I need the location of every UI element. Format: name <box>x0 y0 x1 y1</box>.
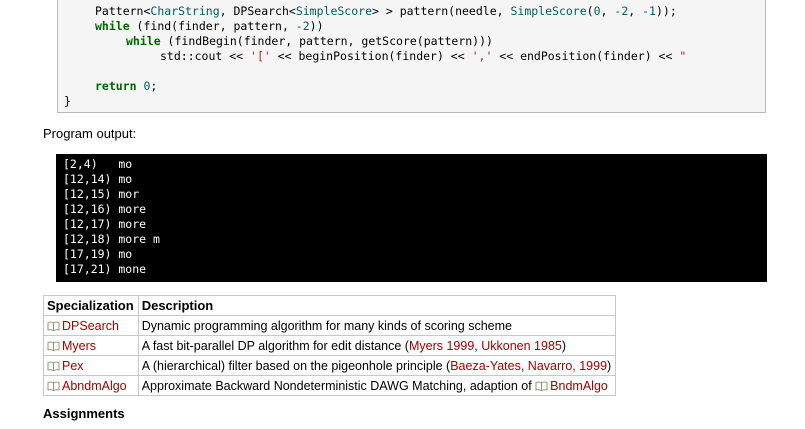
description-text: Dynamic programming algorithm for many k… <box>141 318 512 333</box>
output-line: [12,18) more m <box>63 232 160 246</box>
description-text: ) <box>607 358 612 373</box>
code-line-1: Pattern<CharString, DPSearch<SimpleScore… <box>95 4 677 19</box>
spec-link-bndmalgo[interactable]: BndmAlgo <box>535 379 608 393</box>
description-text: Approximate Backward Nondeterministic DA… <box>141 378 536 393</box>
code-type: SimpleScore <box>510 4 587 18</box>
code-line-4: std::cout << '[' << beginPosition(finder… <box>160 49 686 64</box>
output-line: [2,4) mo <box>63 157 133 171</box>
code-type: SimpleScore <box>295 4 372 18</box>
spec-link-abndmalgo[interactable]: AbndmAlgo <box>43 375 139 396</box>
code-token: )) <box>309 19 324 33</box>
code-line-6: } <box>64 94 71 109</box>
code-token: DPSearch <box>233 4 289 18</box>
spec-link-dpsearch[interactable]: DPSearch <box>43 315 139 336</box>
spec-name: Pex <box>62 358 84 373</box>
spec-name: Myers <box>62 338 97 353</box>
code-string: ',' <box>471 49 493 63</box>
code-line-5: return 0; <box>95 79 157 94</box>
table-row: Pex A (hierarchical) filter based on the… <box>43 355 617 376</box>
code-token: (find(finder, pattern, <box>129 19 296 33</box>
spec-description: A fast bit-parallel DP algorithm for edi… <box>137 335 617 356</box>
table-row: DPSearch Dynamic programming algorithm f… <box>43 315 617 336</box>
spec-name: AbndmAlgo <box>62 378 127 393</box>
column-header-description: Description <box>137 295 617 316</box>
code-string: " <box>679 49 687 63</box>
code-token: , <box>600 4 615 18</box>
code-token: , <box>219 4 234 18</box>
code-token: ; <box>150 79 158 93</box>
specialization-table: Specialization Description DPSearch Dyna… <box>43 295 617 396</box>
code-type: CharString <box>150 4 220 18</box>
description-text: A fast bit-parallel DP algorithm for edi… <box>141 338 409 353</box>
table-row: AbndmAlgo Approximate Backward Nondeterm… <box>43 375 617 396</box>
code-string: '[' <box>250 49 271 63</box>
code-keyword: while <box>126 34 161 48</box>
spec-description: Dynamic programming algorithm for many k… <box>137 315 617 336</box>
code-listing: Pattern<CharString, DPSearch<SimpleScore… <box>57 0 766 113</box>
book-icon <box>47 321 60 331</box>
spec-link-myers[interactable]: Myers <box>43 335 139 356</box>
spec-name: DPSearch <box>62 318 119 333</box>
code-token: std::cout << <box>160 49 251 63</box>
code-line-2: while (find(finder, pattern, -2)) <box>95 19 324 34</box>
code-keyword: while <box>95 19 130 33</box>
table-row: Myers A fast bit-parallel DP algorithm f… <box>43 335 617 356</box>
code-token: )); <box>655 4 677 18</box>
code-number: -2 <box>614 4 629 18</box>
book-icon <box>535 381 548 391</box>
citation-link-myers-1999[interactable]: Myers 1999 <box>409 339 474 353</box>
description-text: A (hierarchical) filter based on the pig… <box>141 358 451 373</box>
code-token: } <box>64 94 71 108</box>
program-output-label: Program output: <box>43 126 137 141</box>
code-number: -2 <box>295 19 310 33</box>
assignments-heading: Assignments <box>43 406 125 421</box>
spec-description: Approximate Backward Nondeterministic DA… <box>137 375 617 396</box>
output-line: [12,17) more <box>63 217 147 231</box>
description-text: ) <box>561 338 567 353</box>
code-token: ( <box>586 4 594 18</box>
output-line: [12,14) mo <box>63 172 133 186</box>
output-line: [17,19) mo <box>63 247 133 261</box>
code-token: Pattern< <box>95 4 151 18</box>
table-header-row: Specialization Description <box>43 295 617 316</box>
spec-description: A (hierarchical) filter based on the pig… <box>137 355 617 376</box>
spec-link-pex[interactable]: Pex <box>43 355 139 376</box>
book-icon <box>47 341 60 351</box>
spec-name: BndmAlgo <box>550 378 608 393</box>
citation-link-baeza-yates-navarro-1999[interactable]: Baeza-Yates, Navarro, 1999 <box>450 359 607 373</box>
code-token: << beginPosition(finder) << <box>270 49 472 63</box>
program-output-terminal: [2,4) mo [12,14) mo [12,15) mor [12,16) … <box>56 154 767 282</box>
book-icon <box>47 381 60 391</box>
code-number: 0 <box>593 4 601 18</box>
code-line-3: while (findBegin(finder, pattern, getSco… <box>126 34 493 49</box>
column-header-specialization: Specialization <box>43 295 139 316</box>
code-token: (findBegin(finder, pattern, getScore(pat… <box>160 34 493 48</box>
book-icon <box>47 361 60 371</box>
page: Pattern<CharString, DPSearch<SimpleScore… <box>0 0 805 429</box>
code-keyword: return <box>95 79 137 93</box>
code-token: > > pattern(needle, <box>372 4 511 18</box>
output-line: [12,15) mor <box>63 187 140 201</box>
citation-link-ukkonen-1985[interactable]: Ukkonen 1985 <box>481 339 562 353</box>
code-token: < <box>288 4 296 18</box>
code-number: -1 <box>642 4 656 18</box>
output-line: [17,21) mone <box>63 262 147 276</box>
code-token: << endPosition(finder) << <box>492 49 680 63</box>
code-token: , <box>628 4 643 18</box>
output-line: [12,16) more <box>63 202 147 216</box>
